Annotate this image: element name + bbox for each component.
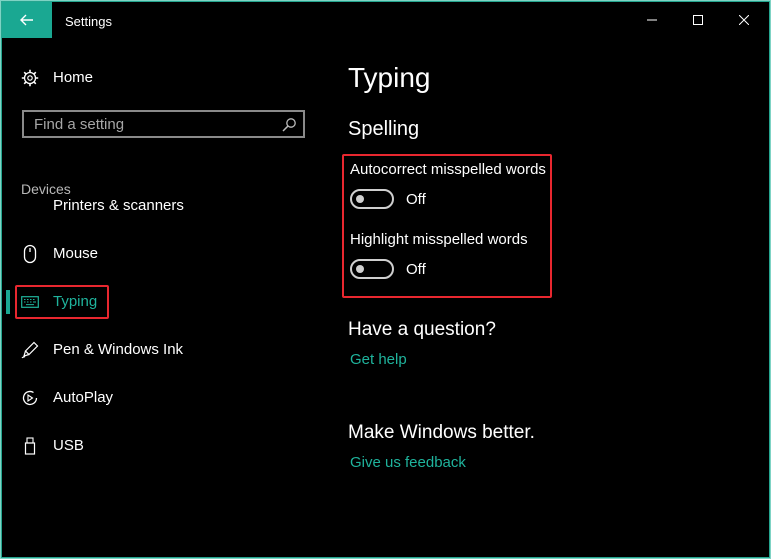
give-feedback-link[interactable]: Give us feedback: [350, 454, 466, 471]
sidebar-item-mouse[interactable]: Mouse: [2, 234, 327, 274]
group-label-devices: Devices: [21, 181, 71, 197]
gear-icon: [20, 68, 40, 88]
window-title: Settings: [65, 14, 112, 29]
mouse-icon: [20, 244, 40, 264]
section-title-spelling: Spelling: [348, 118, 420, 140]
maximize-icon: [693, 15, 703, 25]
sidebar-item-label: Mouse: [53, 245, 99, 262]
page-title: Typing: [348, 62, 431, 93]
sidebar: Home Find a setting Devices Printers & s…: [2, 38, 327, 557]
settings-window: Settings Home Find a setting Devices Pri…: [1, 1, 770, 558]
minimize-icon: [647, 19, 657, 21]
sidebar-item-autoplay[interactable]: AutoPlay: [2, 378, 327, 418]
sidebar-item-home[interactable]: Home: [2, 58, 327, 98]
question-heading: Have a question?: [348, 319, 496, 340]
search-input[interactable]: Find a setting: [22, 110, 305, 138]
sidebar-item-label: AutoPlay: [53, 389, 114, 406]
minimize-button[interactable]: [629, 2, 675, 38]
sidebar-item-label: Home: [53, 69, 94, 86]
get-help-link[interactable]: Get help: [350, 351, 407, 368]
pen-icon: [20, 340, 40, 360]
maximize-button[interactable]: [675, 2, 721, 38]
feedback-heading: Make Windows better.: [348, 422, 535, 443]
sidebar-item-label: USB: [53, 437, 84, 454]
main-content: Typing Spelling Autocorrect misspelled w…: [342, 38, 758, 557]
sidebar-item-label: Pen & Windows Ink: [53, 341, 184, 358]
sidebar-item-usb[interactable]: USB: [2, 426, 327, 466]
usb-icon: [20, 436, 40, 456]
highlight-box-typing: [15, 285, 109, 319]
close-button[interactable]: [721, 2, 767, 38]
autoplay-icon: [20, 388, 40, 408]
sidebar-item-printers[interactable]: Printers & scanners: [2, 196, 327, 216]
highlight-box-spelling: [342, 154, 552, 298]
sidebar-item-label: Printers & scanners: [53, 197, 184, 214]
search-placeholder: Find a setting: [34, 116, 125, 133]
search-icon: [282, 118, 296, 132]
sidebar-item-pen[interactable]: Pen & Windows Ink: [2, 330, 327, 370]
back-arrow-icon: [20, 14, 33, 26]
title-bar: Settings: [2, 2, 769, 38]
close-icon: [739, 15, 749, 25]
back-button[interactable]: [2, 2, 52, 38]
